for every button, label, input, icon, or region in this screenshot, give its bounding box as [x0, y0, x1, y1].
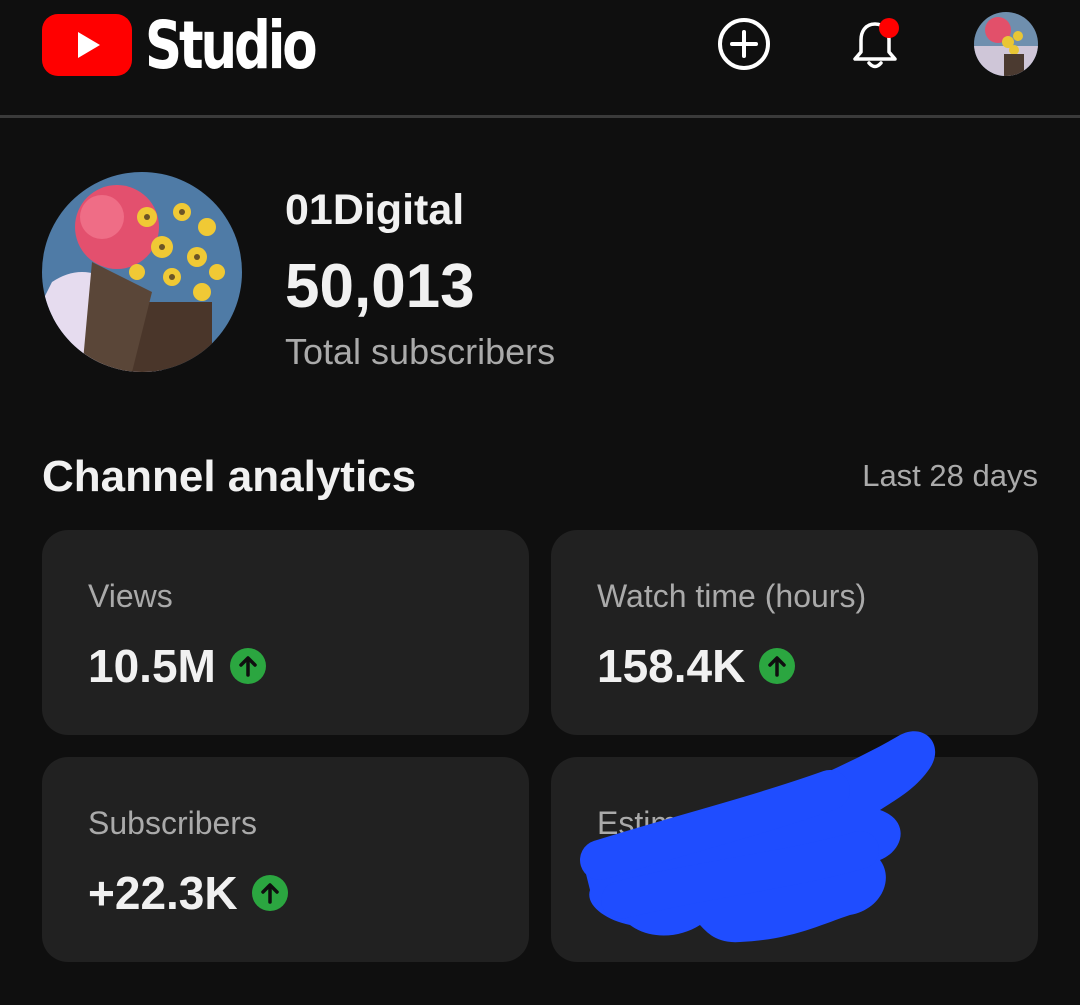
estimated-revenue-card[interactable]: Estimated re — [551, 757, 1038, 962]
card-value: +22.3K — [88, 867, 238, 919]
app-header: Studio — [0, 0, 1080, 118]
create-button[interactable] — [712, 12, 776, 76]
trend-up-icon — [229, 648, 266, 684]
notifications-button[interactable] — [843, 12, 907, 76]
card-label: Views — [88, 578, 173, 614]
card-value: 158.4K — [597, 640, 746, 692]
app-title: Studio — [145, 7, 318, 84]
channel-analytics-title: Channel analytics — [42, 452, 417, 501]
card-label: Watch time (hours) — [597, 578, 867, 614]
youtube-logo-icon[interactable] — [42, 14, 132, 76]
trend-up-icon — [251, 875, 288, 911]
views-card[interactable]: Views 10.5M — [42, 530, 529, 735]
card-label: Estimated re — [597, 805, 777, 841]
watch-time-card[interactable]: Watch time (hours) 158.4K — [551, 530, 1038, 735]
channel-name: 01Digital — [285, 186, 465, 234]
account-avatar[interactable] — [974, 12, 1038, 76]
card-label: Subscribers — [88, 805, 257, 841]
studio-page: Studio 01Digital 50,013 Total subscriber… — [0, 0, 1080, 1005]
card-value: 10.5M — [88, 640, 216, 692]
analytics-period: Last 28 days — [862, 458, 1038, 493]
trend-up-icon — [759, 648, 796, 684]
add-circle-icon — [718, 18, 770, 70]
subscribers-card[interactable]: Subscribers +22.3K — [42, 757, 529, 962]
notification-dot — [879, 18, 899, 38]
channel-avatar[interactable] — [42, 172, 242, 372]
total-subscribers-label: Total subscribers — [285, 331, 556, 372]
total-subscriber-count: 50,013 — [285, 252, 475, 321]
bell-icon — [853, 18, 899, 69]
